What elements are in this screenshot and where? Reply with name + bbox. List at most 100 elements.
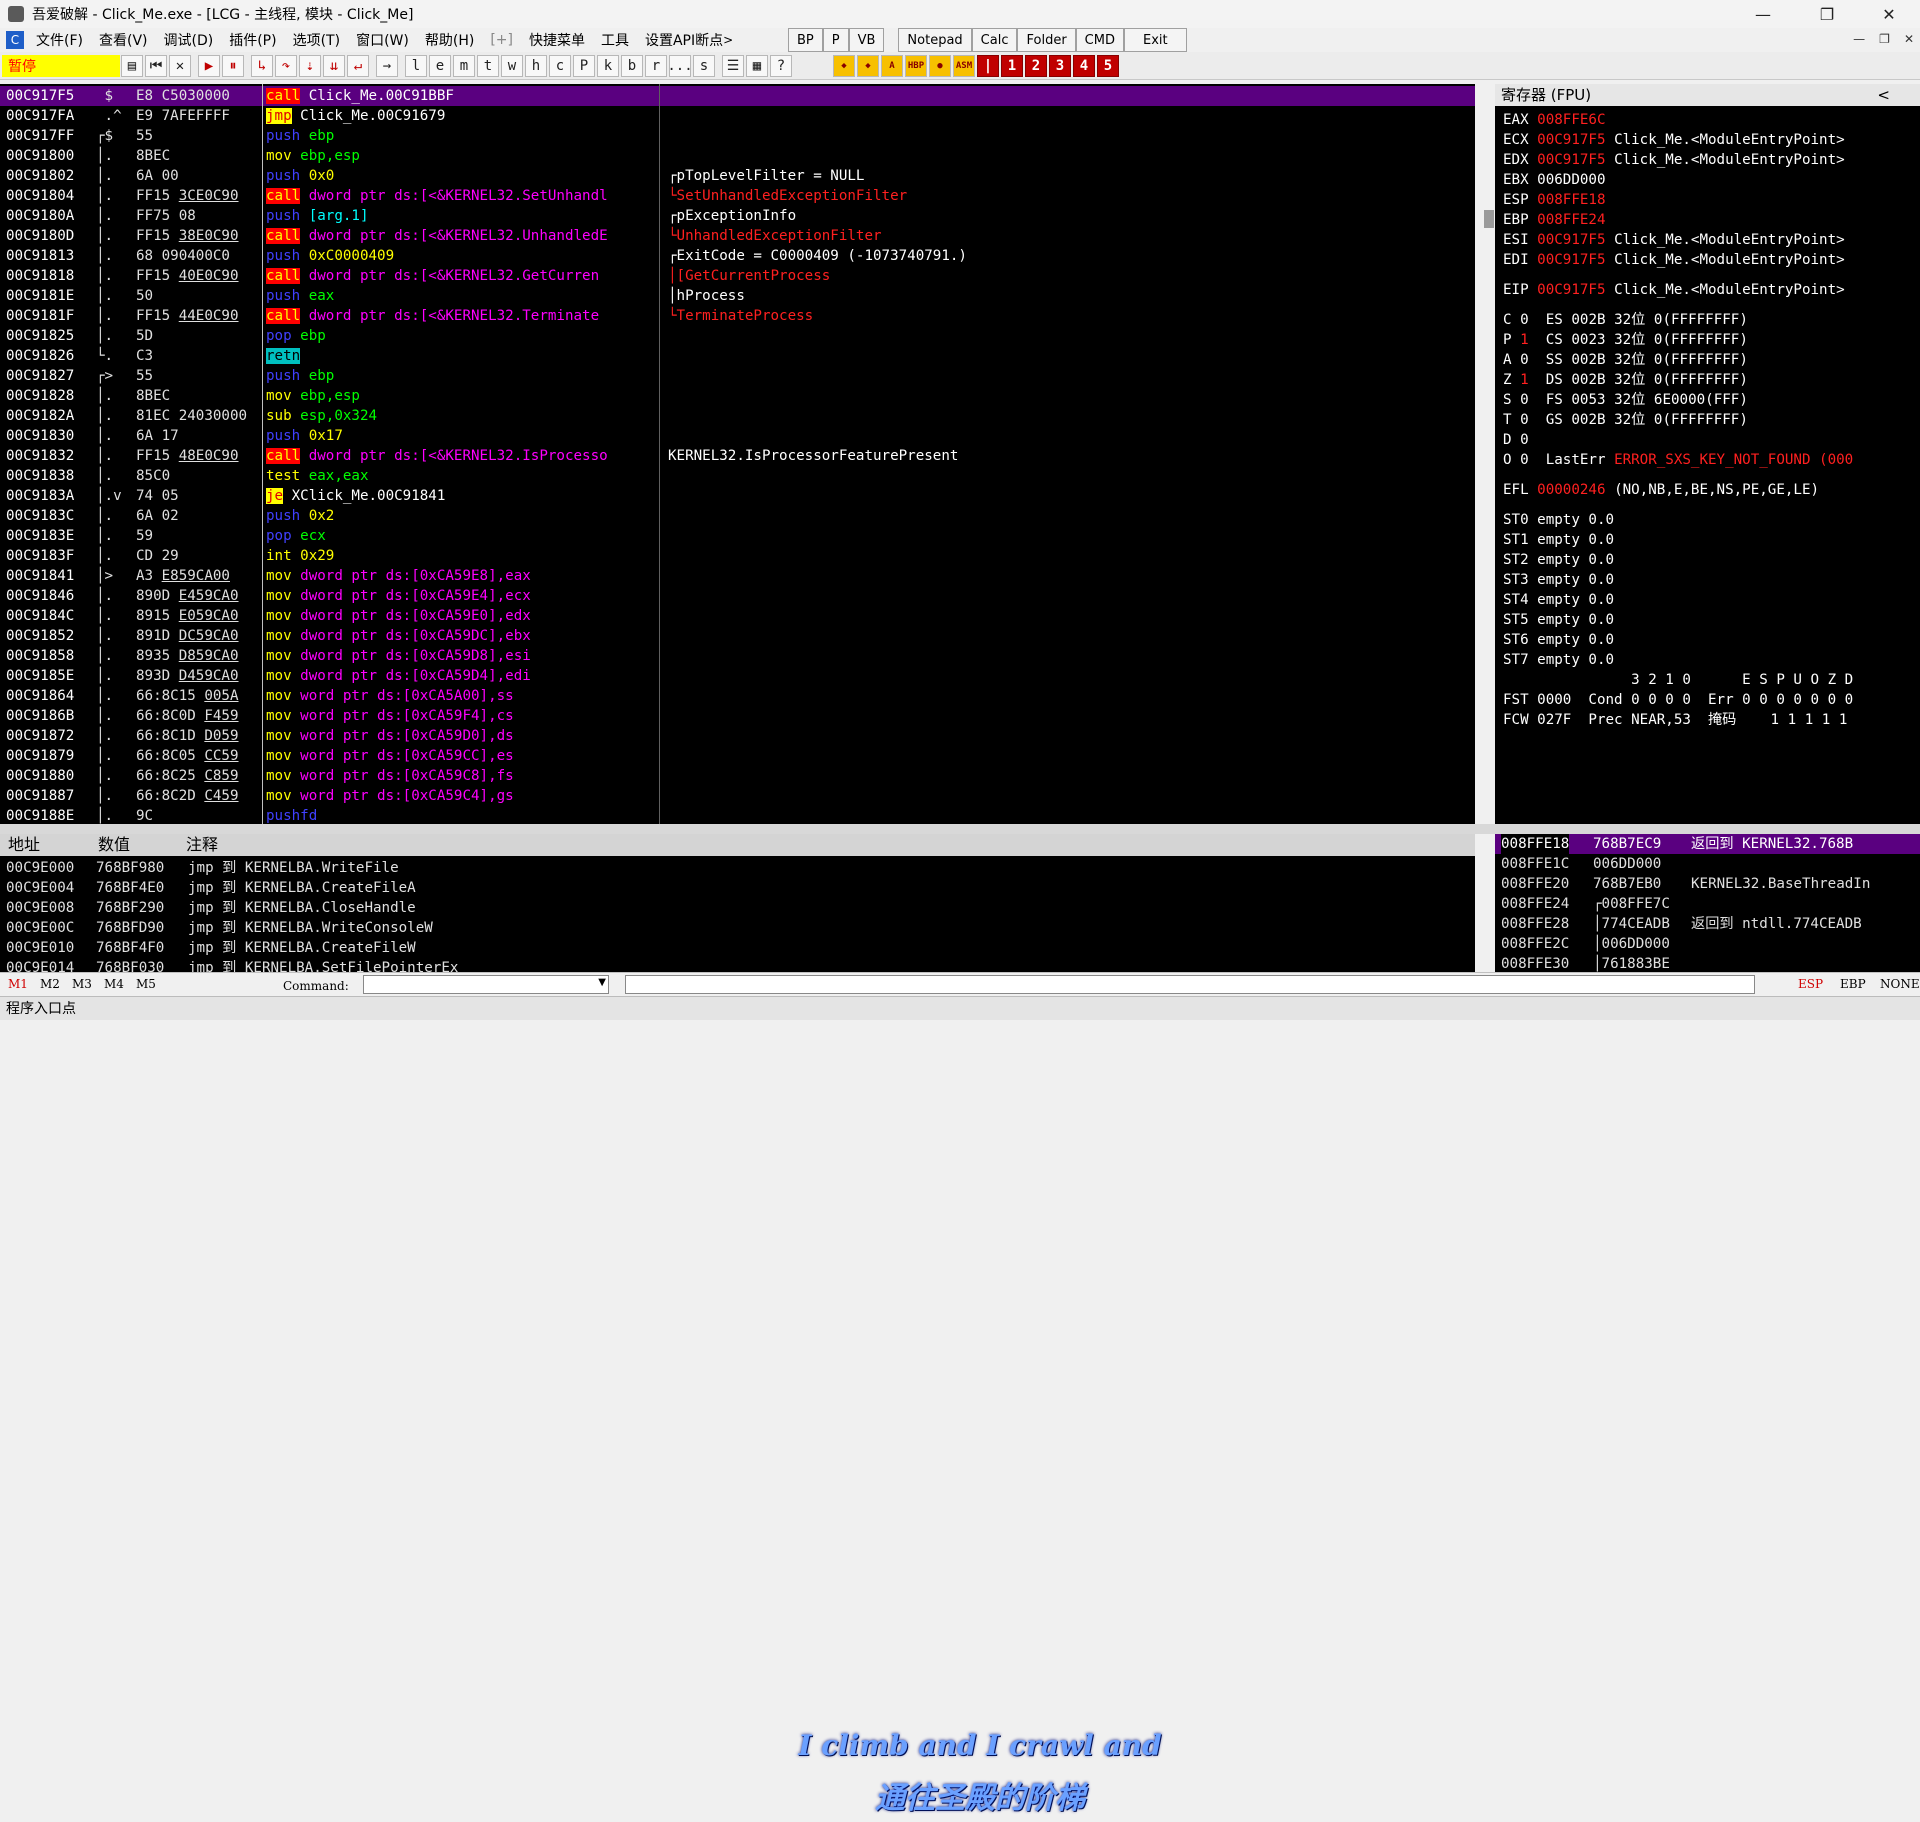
register-line[interactable]: D 0: [1503, 430, 1529, 450]
execute-till-return-icon[interactable]: ↵: [347, 54, 369, 77]
register-line[interactable]: EDX 00C917F5 Click_Me.<ModuleEntryPoint>: [1503, 150, 1845, 170]
tb-k-button[interactable]: k: [597, 54, 619, 77]
menu-plugins[interactable]: 插件(P): [221, 30, 284, 50]
trace-into-icon[interactable]: ⇣: [299, 54, 321, 77]
dump-col-value[interactable]: 数值: [98, 834, 130, 856]
disasm-row[interactable]: 00C91858 │. 8935 D859CA0 mov dword ptr ds:[…: [0, 646, 1475, 666]
menu-api-breakpoints[interactable]: 设置API断点: [637, 30, 723, 50]
menu-more-arrow[interactable]: >: [723, 33, 733, 47]
disasm-row[interactable]: 00C91880 │. 66:8C25 C859 mov word ptr ds:[0…: [0, 766, 1475, 786]
disasm-row[interactable]: 00C9184C │. 8915 E059CA0 mov dword ptr ds:[…: [0, 606, 1475, 626]
stack-row[interactable]: 008FFE24 ┌008FFE7C: [1495, 894, 1920, 914]
plugin5-icon[interactable]: ●: [929, 54, 951, 77]
grid-icon[interactable]: ▦: [746, 54, 768, 77]
stack-row[interactable]: 008FFE18 768B7EC9 返回到 KERNEL32.768B: [1495, 834, 1920, 854]
bookmark-2-button[interactable]: 2: [1025, 54, 1047, 77]
register-line[interactable]: C 0 ES 002B 32位 0(FFFFFFFF): [1503, 310, 1748, 330]
goto-icon[interactable]: →: [376, 54, 398, 77]
disasm-row[interactable]: 00C917FA .^ E9 7AFEFFFF jmp Click_Me.00C91…: [0, 106, 1475, 126]
asm-icon[interactable]: ASM: [953, 54, 975, 77]
column-separator[interactable]: [659, 84, 660, 824]
disasm-row[interactable]: 00C91872 │. 66:8C1D D059 mov word ptr ds:[0…: [0, 726, 1475, 746]
disasm-row[interactable]: 00C91846 │. 890D E459CA0 mov dword ptr ds:[…: [0, 586, 1475, 606]
quick-notepad-button[interactable]: Notepad: [898, 28, 972, 52]
disasm-row[interactable]: 00C9183F │. CD 29 int 0x29: [0, 546, 1475, 566]
disasm-row[interactable]: 00C91828 │. 8BEC mov ebp,esp: [0, 386, 1475, 406]
register-line[interactable]: O 0 LastErr ERROR_SXS_KEY_NOT_FOUND (000: [1503, 450, 1853, 470]
disasm-row[interactable]: 00C917F5 $ E8 C5030000 call Click_Me.00C91…: [0, 86, 1475, 106]
pane-splitter[interactable]: [0, 824, 1920, 834]
tb-e-button[interactable]: e: [429, 54, 451, 77]
register-line[interactable]: ST7 empty 0.0: [1503, 650, 1614, 670]
tb-l-button[interactable]: l: [405, 54, 427, 77]
register-line[interactable]: ECX 00C917F5 Click_Me.<ModuleEntryPoint>: [1503, 130, 1845, 150]
register-line[interactable]: EBP 008FFE24: [1503, 210, 1614, 230]
command-input[interactable]: ▼: [363, 975, 609, 994]
step-into-icon[interactable]: ↳: [251, 54, 273, 77]
child-restore-icon[interactable]: ❐: [1879, 32, 1890, 46]
tb-t-button[interactable]: t: [477, 54, 499, 77]
tb-s-button[interactable]: s: [693, 54, 715, 77]
register-line[interactable]: A 0 SS 002B 32位 0(FFFFFFFF): [1503, 350, 1748, 370]
close-button[interactable]: ✕: [1860, 0, 1918, 28]
disasm-row[interactable]: 00C91800 │. 8BEC mov ebp,esp: [0, 146, 1475, 166]
dump-col-comment[interactable]: 注释: [186, 834, 218, 856]
tb-h-button[interactable]: h: [525, 54, 547, 77]
disasm-row[interactable]: 00C91825 │. 5D pop ebp: [0, 326, 1475, 346]
register-line[interactable]: ST5 empty 0.0: [1503, 610, 1614, 630]
disasm-row[interactable]: 00C9183E │. 59 pop ecx: [0, 526, 1475, 546]
quick-cmd-button[interactable]: CMD: [1075, 28, 1124, 52]
bookmark-3-button[interactable]: 3: [1049, 54, 1071, 77]
disassembly-pane[interactable]: 00C917F5 $ E8 C5030000 call Click_Me.00C91…: [0, 84, 1494, 826]
help-icon[interactable]: ?: [770, 54, 792, 77]
disasm-row[interactable]: 00C91841 │> A3 E859CA00 mov dword ptr ds:[0…: [0, 566, 1475, 586]
menu-options[interactable]: 选项(T): [285, 30, 348, 50]
cmd-tab-m2[interactable]: M2: [40, 977, 60, 991]
disasm-row[interactable]: 00C9180D │. FF15 38E0C90 call dword ptr ds:…: [0, 226, 1475, 246]
disasm-row[interactable]: 00C9183A │.v 74 05 je XClick_Me.00C91841: [0, 486, 1475, 506]
command-output-field[interactable]: [625, 975, 1755, 994]
run-icon[interactable]: ▶: [198, 54, 220, 77]
cmd-esp-button[interactable]: ESP: [1798, 977, 1823, 991]
disasm-row[interactable]: 00C9183C │. 6A 02 push 0x2: [0, 506, 1475, 526]
register-line[interactable]: ST6 empty 0.0: [1503, 630, 1614, 650]
disasm-row[interactable]: 00C917FF ┌$ 55 push ebp: [0, 126, 1475, 146]
register-line[interactable]: EBX 006DD000: [1503, 170, 1614, 190]
child-minimize-icon[interactable]: —: [1853, 32, 1865, 46]
disasm-row[interactable]: 00C9188E │. 9C pushfd: [0, 806, 1475, 826]
register-line[interactable]: ST2 empty 0.0: [1503, 550, 1614, 570]
register-line[interactable]: EFL 00000246 (NO,NB,E,BE,NS,PE,GE,LE): [1503, 480, 1819, 500]
step-over-icon[interactable]: ↷: [275, 54, 297, 77]
list-icon[interactable]: ☰: [722, 54, 744, 77]
quick-calc-button[interactable]: Calc: [971, 28, 1018, 52]
quick-vb-button[interactable]: VB: [848, 28, 885, 52]
chevron-down-icon[interactable]: ▼: [598, 977, 606, 988]
disasm-row[interactable]: 00C91818 │. FF15 40E0C90 call dword ptr ds:…: [0, 266, 1475, 286]
cmd-tab-m1[interactable]: M1: [8, 977, 28, 991]
quick-bp-button[interactable]: BP: [788, 28, 823, 52]
tb-m-button[interactable]: m: [453, 54, 475, 77]
register-line[interactable]: ESI 00C917F5 Click_Me.<ModuleEntryPoint>: [1503, 230, 1845, 250]
child-close-icon[interactable]: ✕: [1904, 32, 1914, 46]
disasm-row[interactable]: 00C91802 │. 6A 00 push 0x0 ┌pTopLevelFilter …: [0, 166, 1475, 186]
restart-icon[interactable]: ⏮: [145, 54, 167, 77]
disasm-row[interactable]: 00C91864 │. 66:8C15 005A mov word ptr ds:[0…: [0, 686, 1475, 706]
disasm-row[interactable]: 00C9180A │. FF75 08 push [arg.1] ┌pException…: [0, 206, 1475, 226]
register-line[interactable]: EIP 00C917F5 Click_Me.<ModuleEntryPoint>: [1503, 280, 1845, 300]
menu-tools[interactable]: 工具: [593, 30, 637, 50]
hbp-icon[interactable]: HBP: [905, 54, 927, 77]
menu-plus[interactable]: [+]: [482, 32, 521, 48]
disasm-row[interactable]: 00C9185E │. 893D D459CA0 mov dword ptr ds:[…: [0, 666, 1475, 686]
menu-debug[interactable]: 调试(D): [156, 30, 222, 50]
register-line[interactable]: EDI 00C917F5 Click_Me.<ModuleEntryPoint>: [1503, 250, 1845, 270]
disasm-row[interactable]: 00C91832 │. FF15 48E0C90 call dword ptr ds:…: [0, 446, 1475, 466]
collapse-icon[interactable]: <: [1877, 84, 1890, 106]
trace-over-icon[interactable]: ⇊: [323, 54, 345, 77]
registers-pane[interactable]: 寄存器 (FPU) < EAX 008FFE6C ECX 00C917F5 Cl…: [1495, 84, 1920, 824]
app-menu-icon[interactable]: C: [6, 31, 24, 49]
menu-view[interactable]: 查看(V): [91, 30, 156, 50]
plugin3-icon[interactable]: A: [881, 54, 903, 77]
cmd-tab-m5[interactable]: M5: [136, 977, 156, 991]
dump-pane[interactable]: 地址 数值 注释 00C9E000 768BF980 jmp 到 KERNELBA.…: [0, 834, 1475, 1816]
menu-shortcuts[interactable]: 快捷菜单: [521, 30, 593, 50]
